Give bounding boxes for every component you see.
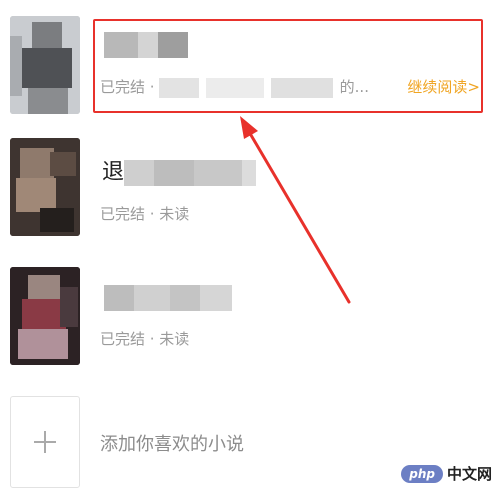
book-meta-3: 已完结 · 未读 — [100, 328, 189, 349]
add-novel-label[interactable]: 添加你喜欢的小说 — [100, 430, 244, 456]
book-title-prefix-2: 退 — [102, 160, 125, 185]
highlight-annotation-box — [93, 19, 483, 113]
book-item-3[interactable] — [0, 265, 500, 365]
book-cover-3[interactable] — [10, 267, 80, 365]
site-watermark: php 中文网 — [401, 463, 492, 484]
plus-icon — [34, 431, 56, 453]
watermark-text: 中文网 — [446, 465, 492, 483]
book-title-3-blurred — [104, 285, 232, 311]
book-status-3: 已完结 · 未读 — [100, 330, 190, 348]
book-cover-2[interactable] — [10, 138, 80, 236]
book-title-2-blurred: 退 — [102, 160, 257, 186]
watermark-badge: php — [401, 464, 443, 483]
bookshelf-page: 已完结 · 的... 继续阅读> 退 已完结 · 未读 已完结 · 未读 添加你… — [0, 0, 500, 490]
book-meta-2: 已完结 · 未读 — [100, 203, 189, 224]
book-status-2: 已完结 · 未读 — [100, 205, 190, 223]
add-novel-button[interactable] — [10, 396, 80, 488]
book-item-2[interactable]: 退 — [0, 138, 500, 238]
book-cover-1[interactable] — [10, 16, 80, 114]
